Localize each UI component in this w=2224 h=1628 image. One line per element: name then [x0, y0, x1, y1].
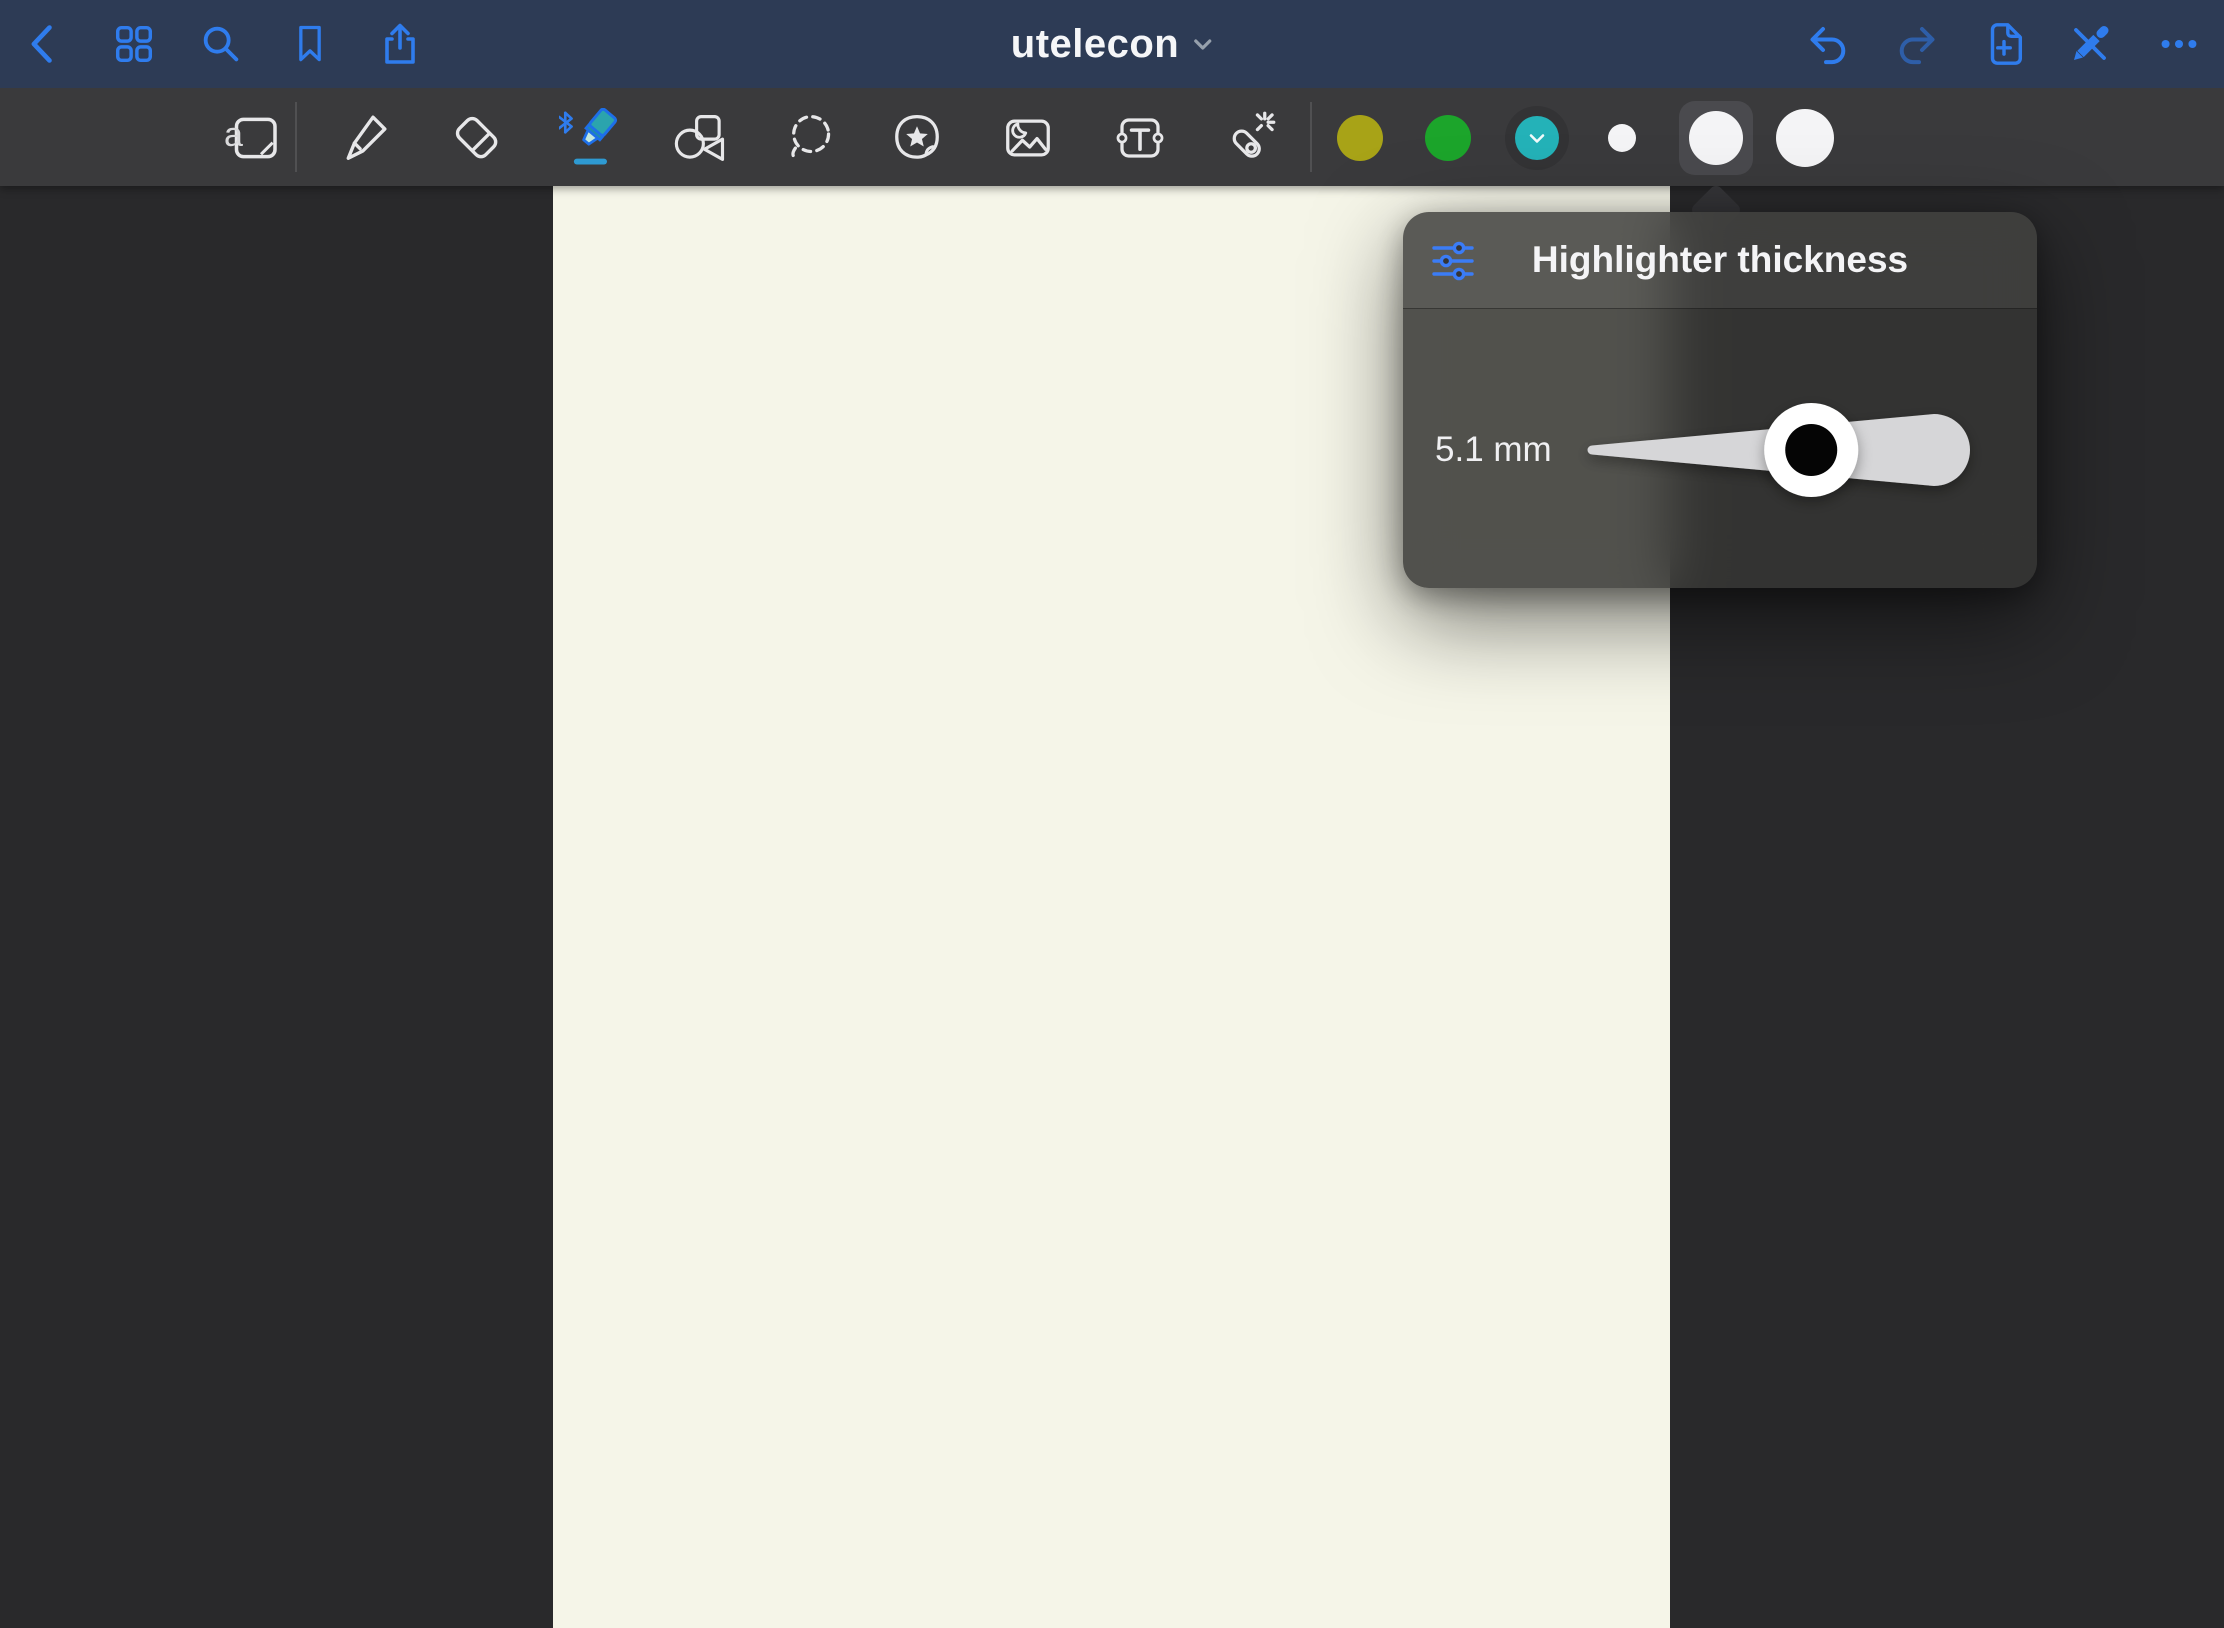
grid-icon [111, 21, 157, 67]
document-title-button[interactable]: utelecon [1011, 0, 1213, 88]
tool-text[interactable] [1108, 106, 1172, 170]
thickness-medium-dot [1689, 111, 1743, 165]
ellipsis-icon [2156, 21, 2202, 67]
document-title: utelecon [1011, 22, 1179, 67]
tool-shapes[interactable] [668, 106, 732, 170]
thickness-slider[interactable] [1560, 350, 2020, 550]
bookmark-button[interactable] [282, 16, 338, 72]
search-button[interactable] [193, 16, 249, 72]
shapes-icon [673, 111, 727, 165]
more-button[interactable] [2151, 16, 2207, 72]
undo-icon [1804, 20, 1852, 68]
magnifier-icon [198, 21, 244, 67]
tool-highlighter[interactable] [555, 106, 627, 170]
highlighter-thickness-popover: Highlighter thickness 5.1 mm [1403, 212, 2037, 588]
pen-mode-toggle-button[interactable] [2062, 16, 2118, 72]
color-swatch-green[interactable] [1425, 115, 1471, 161]
thickness-large-button[interactable] [1776, 109, 1834, 167]
redo-button[interactable] [1889, 16, 1945, 72]
bluetooth-icon [559, 113, 572, 132]
thickness-large-dot [1776, 109, 1834, 167]
pen-icon [337, 111, 391, 165]
redo-icon [1893, 20, 1941, 68]
thickness-small-button[interactable] [1604, 124, 1640, 152]
sticker-star-icon [890, 111, 944, 165]
tool-zoom-window[interactable]: a [222, 106, 286, 170]
eraser-icon [450, 111, 504, 165]
toolbar-separator [1310, 102, 1312, 172]
tool-lasso[interactable] [778, 106, 842, 170]
text-icon [1113, 111, 1167, 165]
chevron-left-icon [22, 20, 66, 68]
thickness-small-dot [1608, 124, 1636, 152]
thickness-value-label: 5.1 mm [1435, 428, 1552, 472]
sliders-icon [1431, 239, 1475, 283]
zoom-window-icon [226, 110, 282, 166]
add-page-icon [1981, 20, 2027, 68]
undo-button[interactable] [1800, 16, 1856, 72]
thumbnails-button[interactable] [106, 16, 162, 72]
color-swatch-teal-selected[interactable] [1505, 106, 1569, 170]
thickness-medium-button-selected[interactable] [1679, 101, 1753, 175]
laser-pointer-icon [1222, 111, 1276, 165]
image-icon [1001, 111, 1055, 165]
bookmark-icon [288, 21, 332, 67]
tool-bar: a [0, 88, 2224, 186]
color-swatch-olive[interactable] [1337, 115, 1383, 161]
popover-header: Highlighter thickness [1403, 212, 2037, 309]
toolbar-separator [295, 102, 297, 172]
tool-elements[interactable] [885, 106, 949, 170]
add-page-button[interactable] [1976, 16, 2032, 72]
tool-pen[interactable] [332, 106, 396, 170]
back-button[interactable] [16, 16, 72, 72]
app-window: utelecon a [0, 0, 2224, 1628]
lasso-icon [783, 111, 837, 165]
tool-image[interactable] [996, 106, 1060, 170]
share-icon [376, 20, 424, 68]
tool-eraser[interactable] [445, 106, 509, 170]
crossed-pencil-icon [2066, 20, 2114, 68]
slider-knob-center [1785, 424, 1837, 476]
tool-laser-pointer[interactable] [1217, 106, 1281, 170]
chevron-down-icon [1193, 37, 1213, 52]
popover-title: Highlighter thickness [1532, 239, 1908, 281]
top-navigation-bar: utelecon [0, 0, 2224, 88]
selected-color-circle [1515, 116, 1559, 160]
highlighter-icon [559, 108, 623, 168]
share-button[interactable] [372, 16, 428, 72]
chevron-down-icon [1529, 133, 1545, 144]
